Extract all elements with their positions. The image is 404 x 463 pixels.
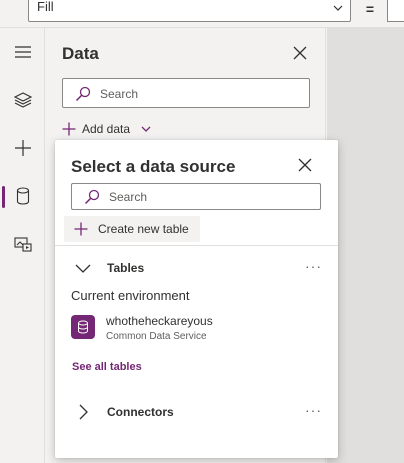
close-icon[interactable] bbox=[297, 157, 313, 173]
more-options-icon[interactable]: ··· bbox=[305, 258, 322, 274]
environment-item-name: whotheheckareyous bbox=[106, 314, 213, 328]
connectors-section-header[interactable]: Connectors ··· bbox=[55, 398, 338, 424]
database-icon bbox=[16, 187, 29, 205]
tables-label: Tables bbox=[107, 261, 145, 275]
property-dropdown-value: Fill bbox=[37, 0, 54, 14]
media-icon bbox=[13, 237, 32, 252]
search-icon bbox=[75, 86, 91, 102]
divider bbox=[55, 245, 338, 246]
canvas-area[interactable] bbox=[327, 28, 404, 463]
database-icon bbox=[71, 315, 95, 339]
flyout-title: Select a data source bbox=[71, 157, 236, 176]
create-new-table-button[interactable]: Create new table bbox=[64, 216, 200, 242]
insert-button[interactable] bbox=[0, 128, 45, 168]
select-data-source-flyout: Select a data source Search Create new t… bbox=[55, 140, 338, 458]
close-icon[interactable] bbox=[292, 45, 308, 61]
more-options-icon[interactable]: ··· bbox=[305, 402, 322, 418]
connectors-label: Connectors bbox=[107, 405, 174, 419]
chevron-right-icon bbox=[79, 404, 88, 420]
tables-section-header[interactable]: Tables ··· bbox=[55, 254, 338, 280]
left-rail bbox=[0, 28, 45, 463]
flyout-search-input[interactable]: Search bbox=[71, 183, 321, 210]
menu-button[interactable] bbox=[0, 32, 45, 72]
add-data-button[interactable]: Add data bbox=[62, 116, 152, 142]
add-data-label: Add data bbox=[82, 122, 131, 136]
formula-bar: Fill = bbox=[0, 0, 404, 28]
property-dropdown[interactable]: Fill bbox=[28, 0, 351, 22]
environment-item-subtitle: Common Data Service bbox=[106, 331, 207, 342]
formula-input[interactable] bbox=[387, 0, 404, 22]
media-button[interactable] bbox=[0, 224, 45, 264]
layers-icon bbox=[13, 92, 32, 108]
environment-data-source-item[interactable]: whotheheckareyous Common Data Service bbox=[71, 314, 321, 346]
search-placeholder: Search bbox=[100, 87, 139, 101]
data-panel-title: Data bbox=[62, 44, 99, 63]
chevron-down-icon bbox=[75, 264, 91, 273]
plus-icon bbox=[62, 122, 76, 136]
plus-icon bbox=[14, 140, 31, 156]
formula-equals-button[interactable]: = bbox=[358, 0, 382, 22]
chevron-down-icon bbox=[141, 126, 151, 132]
data-button[interactable] bbox=[0, 176, 45, 216]
search-placeholder: Search bbox=[109, 190, 148, 204]
tree-view-button[interactable] bbox=[0, 80, 45, 120]
data-panel-search-input[interactable]: Search bbox=[62, 78, 310, 108]
search-icon bbox=[84, 189, 100, 205]
chevron-down-icon bbox=[333, 5, 343, 11]
hamburger-icon bbox=[14, 46, 31, 58]
see-all-tables-link[interactable]: See all tables bbox=[72, 361, 142, 373]
create-new-table-label: Create new table bbox=[98, 222, 189, 236]
plus-icon bbox=[74, 222, 88, 236]
current-environment-label: Current environment bbox=[71, 288, 190, 303]
